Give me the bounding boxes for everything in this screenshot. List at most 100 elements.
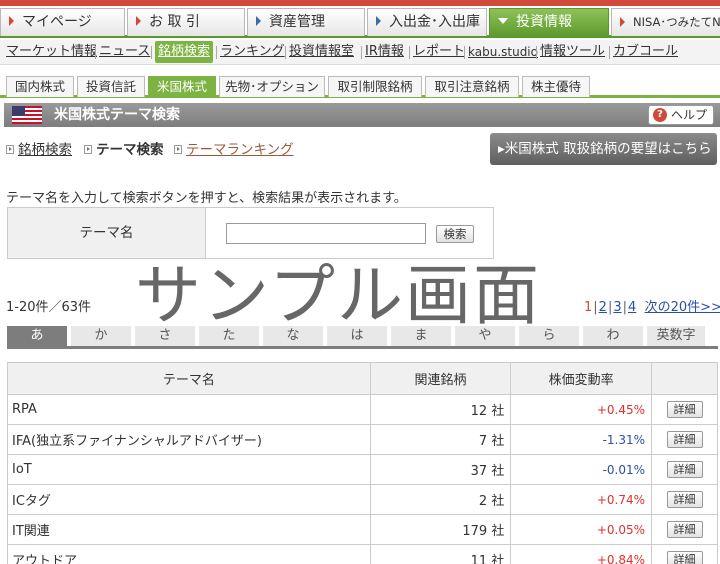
detail-button[interactable]: 詳細 [666,431,703,448]
kana-tab-ra[interactable]: ら [519,326,579,346]
subnav-investment-room[interactable]: 投資情報室 [289,41,354,63]
subnav-ranking[interactable]: ランキング [220,41,285,63]
kana-tab-ya[interactable]: や [455,326,515,346]
detail-button[interactable]: 詳細 [666,521,703,538]
nav-deposit[interactable]: 入出金･入出庫 [367,8,487,36]
theme-name-input[interactable] [226,223,426,244]
arrow-right-icon [6,145,14,154]
table-row: アウトドア 11 社 +0.84% 詳細 [7,544,718,564]
kana-tab-alnum[interactable]: 英数字 [647,326,705,346]
help-button[interactable]: ? ヘルプ [648,105,714,125]
us-flag-icon [12,106,42,124]
subnav-stock-search[interactable]: 銘柄検索 [155,41,214,63]
tab-mutual-funds[interactable]: 投資信託 [77,76,145,97]
related-count-cell: 11 社 [369,544,512,564]
divider [609,46,610,59]
subnav-kabucall[interactable]: カブコール [613,41,678,63]
crumb-theme-ranking[interactable]: テーマランキング [174,141,294,159]
nav-nisa-label: NISA･つみたてNISA [633,15,720,29]
divider [285,46,286,59]
kana-tab-wa[interactable]: わ [583,326,643,346]
subnav-news[interactable]: ニュース [99,41,150,63]
arrow-right-icon [84,145,92,154]
theme-name-cell: アウトドア [7,544,371,564]
price-change-cell: +0.74% [510,484,653,515]
top-accent-bar [0,0,720,6]
theme-name-cell: RPA [7,394,371,425]
nav-trade-label: お 取 引 [149,14,200,30]
nav-assets-label: 資産管理 [269,14,325,30]
detail-cell: 詳細 [651,394,718,425]
kana-tab-ta[interactable]: た [199,326,259,346]
kana-tab-sa[interactable]: さ [135,326,195,346]
page-link-4[interactable]: 4 [628,300,636,315]
col-related-stocks[interactable]: 関連銘柄 [369,362,512,395]
subnav-report[interactable]: レポート [413,41,465,63]
col-price-change[interactable]: 株価変動率 [510,362,653,395]
kana-tab-ha[interactable]: は [327,326,387,346]
subnav-market-info[interactable]: マーケット情報 [6,41,97,63]
subnav-info-tools[interactable]: 情報ツール [540,41,605,63]
arrow-right-icon [620,16,625,27]
help-label: ヘルプ [671,108,708,122]
divider [536,46,537,59]
price-change-cell: +0.05% [510,514,653,545]
table-row: IFA(独立系ファイナンシャルアドバイザー) 7 社 -1.31% 詳細 [7,424,718,455]
tab-futures-options[interactable]: 先物･オプション [219,76,325,97]
nav-investment-info[interactable]: 投資情報 [489,8,609,36]
crumb-stock-search-link[interactable]: 銘柄検索 [18,142,72,158]
col-detail [651,362,718,395]
market-tabs: 国内株式 投資信託 米国株式 先物･オプション 取引制限銘柄 取引注意銘柄 株主… [0,72,720,98]
table-body: RPA 12 社 +0.45% 詳細 IFA(独立系ファイナンシャルアドバイザー) 7 社… [7,394,718,564]
price-change-cell: -1.31% [510,424,653,455]
search-button[interactable]: 検索 [436,225,474,243]
kana-tab-ka[interactable]: か [71,326,131,346]
page-link-3[interactable]: 3 [613,300,621,315]
next-page-link[interactable]: 次の20件>> [645,300,720,315]
detail-button[interactable]: 詳細 [666,491,703,508]
divider [95,46,96,59]
tab-caution-stocks[interactable]: 取引注意銘柄 [425,76,519,97]
divider [361,46,362,59]
detail-button[interactable]: 詳細 [666,401,703,418]
tab-restricted-stocks[interactable]: 取引制限銘柄 [328,76,422,97]
detail-cell: 詳細 [651,424,718,455]
kana-tab-ma[interactable]: ま [391,326,451,346]
detail-button[interactable]: 詳細 [666,551,703,564]
related-count-cell: 2 社 [369,484,512,515]
stock-request-button[interactable]: ▸米国株式 取扱銘柄の要望はこちら [490,133,717,165]
subnav-ir-info[interactable]: IR情報 [365,41,404,63]
related-count-cell: 7 社 [369,424,512,455]
crumb-theme-search-label: テーマ検索 [96,142,164,158]
col-theme-name[interactable]: テーマ名 [7,362,371,395]
nav-trade[interactable]: お 取 引 [127,8,245,36]
arrow-right-icon [256,16,261,26]
related-count-cell: 12 社 [369,394,512,425]
help-icon: ? [653,108,667,122]
kana-tab-na[interactable]: な [263,326,323,346]
arrow-right-icon [174,145,182,154]
tab-shareholder-benefits[interactable]: 株主優待 [522,76,590,97]
arrow-down-icon [498,18,508,24]
theme-name-cell: ICタグ [7,484,371,515]
page-title-bar: 米国株式テーマ検索 ? ヘルプ [4,103,720,127]
page-link-2[interactable]: 2 [599,300,607,315]
page-current: 1 [584,300,593,315]
nav-assets[interactable]: 資産管理 [247,8,365,36]
table-row: IT関連 179 社 +0.05% 詳細 [7,514,718,545]
detail-button[interactable]: 詳細 [666,461,703,478]
crumb-theme-ranking-link[interactable]: テーマランキング [186,142,294,158]
related-count-cell: 179 社 [369,514,512,545]
theme-name-cell: IFA(独立系ファイナンシャルアドバイザー) [7,424,371,455]
tab-domestic-stocks[interactable]: 国内株式 [6,76,74,97]
table-row: RPA 12 社 +0.45% 詳細 [7,394,718,425]
tab-us-stocks[interactable]: 米国株式 [148,76,216,98]
nav-mypage[interactable]: マイページ [0,8,125,36]
nav-deposit-label: 入出金･入出庫 [389,14,480,30]
nav-nisa[interactable]: NISA･つみたてNISA [611,8,720,36]
crumb-stock-search[interactable]: 銘柄検索 [6,141,72,159]
top-nav: マイページ お 取 引 資産管理 入出金･入出庫 投資情報 NISA･つみたてN… [0,0,720,38]
kana-tab-a[interactable]: あ [7,326,67,346]
subnav-kabustudio[interactable]: kabu.studio [468,41,538,63]
detail-cell: 詳細 [651,544,718,564]
